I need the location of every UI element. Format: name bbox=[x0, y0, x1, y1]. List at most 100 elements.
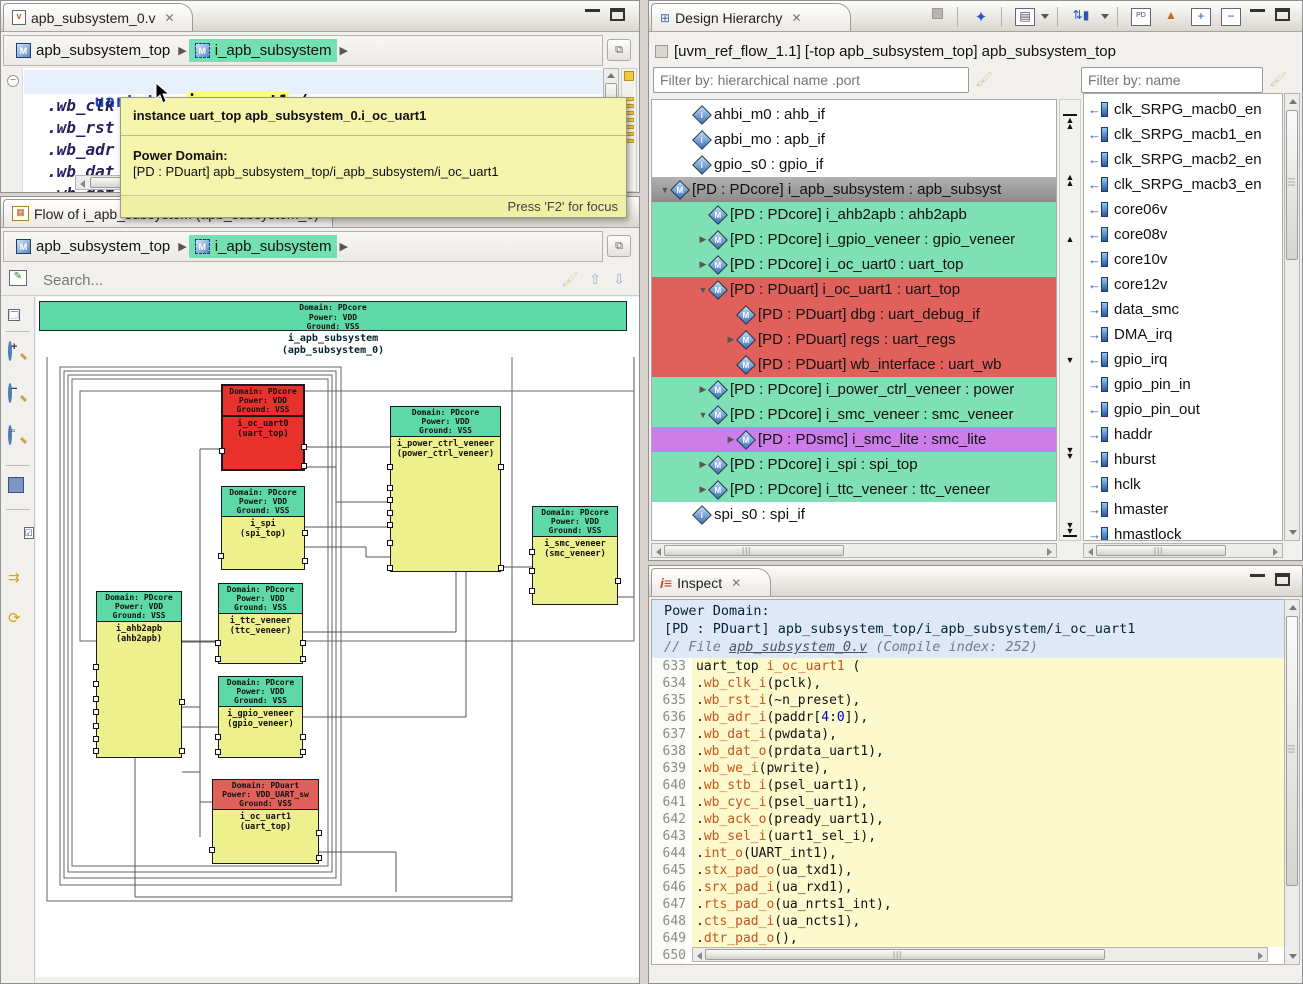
maximize-button[interactable] bbox=[1275, 573, 1290, 586]
breadcrumb-item[interactable]: Mi_apb_subsystem bbox=[189, 235, 338, 258]
clear-name-filter-icon[interactable]: 🖌 bbox=[1269, 71, 1285, 89]
nav-marker-first[interactable]: ▲▲ bbox=[1063, 114, 1077, 129]
signal-vscrollbar[interactable]: ||| bbox=[1284, 93, 1300, 541]
breadcrumb-item[interactable]: Mi_apb_subsystem bbox=[189, 39, 338, 62]
signal-item[interactable]: ←clk_SRPG_macb3_en bbox=[1088, 172, 1282, 197]
inspect-content[interactable]: Power Domain: [PD : PDuart] apb_subsyste… bbox=[651, 599, 1285, 965]
nav-marker-down1[interactable]: ▼ bbox=[1063, 357, 1077, 363]
collapse-icon[interactable]: ▼ bbox=[660, 185, 670, 195]
options-icon[interactable]: ☑ bbox=[24, 527, 34, 539]
tree-row[interactable]: ▶M[PD : PDcore] i_ttc_veneer : ttc_venee… bbox=[652, 477, 1056, 502]
clear-filter-icon[interactable]: 🖌 bbox=[975, 71, 991, 89]
search-up-icon[interactable]: ⇧ bbox=[589, 271, 601, 288]
breadcrumb-item[interactable]: Mapb_subsystem_top bbox=[10, 39, 176, 62]
expand-icon[interactable]: ▶ bbox=[698, 459, 708, 470]
search-down-icon[interactable]: ⇩ bbox=[613, 271, 625, 288]
breadcrumb-separator-icon[interactable]: ▶ bbox=[178, 240, 186, 253]
minimize-button[interactable] bbox=[1250, 9, 1265, 22]
signal-item[interactable]: →DMA_irq bbox=[1088, 322, 1282, 347]
inspect-vscrollbar[interactable]: ||| bbox=[1284, 599, 1300, 965]
signal-item[interactable]: →hmastlock bbox=[1088, 522, 1282, 541]
tree-row[interactable]: ispi_s0 : spi_if bbox=[652, 502, 1056, 527]
signal-item[interactable]: →hburst bbox=[1088, 447, 1282, 472]
close-icon[interactable]: ✕ bbox=[731, 576, 741, 590]
tree-row[interactable]: iahbi_m0 : ahb_if bbox=[652, 102, 1056, 127]
link-with-hierarchy-button[interactable]: ⧉ bbox=[607, 39, 631, 61]
flow-block-i_gpio_veneer[interactable]: Domain: PDcorePower: VDDGround: VSSi_gpi… bbox=[218, 676, 303, 758]
sort-filter-icon[interactable]: ⇅▮ bbox=[1071, 8, 1091, 26]
signal-item[interactable]: →data_smc bbox=[1088, 297, 1282, 322]
signal-item[interactable]: ←core10v bbox=[1088, 247, 1282, 272]
pin-window-icon[interactable]: ✎ bbox=[9, 270, 27, 286]
tree-row[interactable]: ▼M[PD : PDcore] i_apb_subsystem : apb_su… bbox=[652, 177, 1056, 202]
tree-hscrollbar[interactable]: ||| bbox=[651, 543, 1057, 558]
minimize-button[interactable] bbox=[1250, 574, 1265, 587]
breadcrumb-separator-icon[interactable]: ▶ bbox=[178, 44, 186, 57]
signal-item[interactable]: ←core06v bbox=[1088, 197, 1282, 222]
flow-block-i_power_ctrl_veneer[interactable]: Domain: PDcorePower: VDDGround: VSSi_pow… bbox=[390, 406, 501, 572]
zoom-out-icon[interactable]: − bbox=[8, 385, 28, 405]
refresh-icon[interactable]: ⟳ bbox=[8, 609, 28, 629]
collapse-all-icon[interactable]: − bbox=[1221, 8, 1241, 26]
tree-row[interactable]: ▶M[PD : PDcore] i_power_ctrl_veneer : po… bbox=[652, 377, 1056, 402]
signal-item[interactable]: →hclk bbox=[1088, 472, 1282, 497]
inspect-tab[interactable]: i≡ Inspect ✕ bbox=[651, 568, 771, 596]
signal-item[interactable]: ←clk_SRPG_macb1_en bbox=[1088, 122, 1282, 147]
hierarchy-tree[interactable]: iahbi_m0 : ahb_ifiapbi_mo : apb_ifigpio_… bbox=[651, 99, 1057, 541]
tree-row[interactable]: ▶M[PD : PDsmc] i_smc_lite : smc_lite bbox=[652, 427, 1056, 452]
flow-block-i_spi[interactable]: Domain: PDcorePower: VDDGround: VSSi_spi… bbox=[221, 486, 305, 570]
stop-icon[interactable] bbox=[927, 8, 947, 26]
zoom-fit-icon[interactable]: ▫ bbox=[8, 427, 28, 447]
nav-marker-up1[interactable]: ▲ bbox=[1063, 236, 1077, 242]
tree-row[interactable]: ▶M[PD : PDcore] i_oc_uart0 : uart_top bbox=[652, 252, 1056, 277]
expand-icon[interactable]: ▶ bbox=[698, 484, 708, 495]
hierarchy-filter-input[interactable] bbox=[653, 67, 969, 93]
flow-canvas[interactable]: Domain: PDcorePower: VDDGround: VSS i_ap… bbox=[36, 297, 639, 977]
tree-row[interactable]: M[PD : PDuart] dbg : uart_debug_if bbox=[652, 302, 1056, 327]
zoom-in-icon[interactable]: + bbox=[8, 343, 28, 363]
expand-icon[interactable]: ▶ bbox=[698, 234, 708, 245]
editor-tab[interactable]: v apb_subsystem_0.v ✕ bbox=[3, 3, 193, 31]
tree-row[interactable]: M[PD : PDcore] i_ahb2apb : ahb2apb bbox=[652, 202, 1056, 227]
maximize-button[interactable] bbox=[610, 8, 625, 21]
breadcrumb-item[interactable]: Mapb_subsystem_top bbox=[10, 235, 176, 258]
overview-marker[interactable] bbox=[624, 71, 634, 81]
hierarchy-tab[interactable]: ⊞ Design Hierarchy ✕ bbox=[651, 3, 851, 31]
search-input[interactable] bbox=[37, 267, 537, 293]
signal-item[interactable]: ←clk_SRPG_macb2_en bbox=[1088, 147, 1282, 172]
tree-row[interactable]: ▶M[PD : PDcore] i_spi : spi_top bbox=[652, 452, 1056, 477]
tree-row[interactable]: ▶M[PD : PDcore] i_gpio_veneer : gpio_ven… bbox=[652, 227, 1056, 252]
nav-marker-last[interactable]: ▼▼ bbox=[1063, 522, 1077, 537]
tree-row[interactable]: ▼M[PD : PDcore] i_smc_veneer : smc_venee… bbox=[652, 402, 1056, 427]
name-filter-input[interactable] bbox=[1081, 67, 1263, 93]
expand-icon[interactable]: ▶ bbox=[698, 259, 708, 270]
collapse-icon[interactable]: ▼ bbox=[698, 410, 708, 420]
signal-item[interactable]: ←clk_SRPG_macb0_en bbox=[1088, 97, 1282, 122]
tree-row[interactable]: igpio_s0 : gpio_if bbox=[652, 152, 1056, 177]
expand-icon[interactable]: ▶ bbox=[726, 434, 736, 445]
signal-item[interactable]: ←core08v bbox=[1088, 222, 1282, 247]
flow-block-i_ttc_veneer[interactable]: Domain: PDcorePower: VDDGround: VSSi_ttc… bbox=[218, 583, 303, 664]
breadcrumb-separator-icon[interactable]: ▶ bbox=[339, 240, 347, 253]
signal-item[interactable]: ←core12v bbox=[1088, 272, 1282, 297]
list-view-icon[interactable]: ▤ bbox=[1015, 8, 1035, 26]
flow-link-button[interactable]: ⧉ bbox=[607, 235, 631, 257]
power-intent-icon[interactable]: ✦ bbox=[971, 8, 991, 26]
maximize-button[interactable] bbox=[1275, 8, 1290, 21]
clear-search-icon[interactable]: 🖌 bbox=[561, 271, 577, 289]
inspect-hscrollbar[interactable]: ||| bbox=[692, 947, 1268, 962]
tree-row[interactable]: ▶M[PD : PDuart] regs : uart_regs bbox=[652, 327, 1056, 352]
trace-icon[interactable]: ⇉ bbox=[8, 569, 28, 589]
expand-icon[interactable]: ▶ bbox=[726, 334, 736, 345]
fold-collapse-icon[interactable]: − bbox=[7, 75, 19, 87]
pd-chip-icon[interactable]: PD bbox=[1131, 8, 1151, 26]
save-icon[interactable] bbox=[8, 477, 24, 493]
collapse-icon[interactable]: ▼ bbox=[698, 285, 708, 295]
minimize-button[interactable] bbox=[585, 9, 600, 22]
tree-row[interactable]: iapbi_mo : apb_if bbox=[652, 127, 1056, 152]
nav-marker-up2[interactable]: ▲▲ bbox=[1063, 174, 1077, 186]
nav-marker-down2[interactable]: ▼▼ bbox=[1063, 447, 1077, 459]
diff-marker-strip[interactable]: ▲▲▲▲▲▼▼▼▼▼ bbox=[1059, 99, 1081, 541]
signal-item[interactable]: →haddr bbox=[1088, 422, 1282, 447]
file-link[interactable]: apb_subsystem_0.v bbox=[729, 639, 867, 655]
